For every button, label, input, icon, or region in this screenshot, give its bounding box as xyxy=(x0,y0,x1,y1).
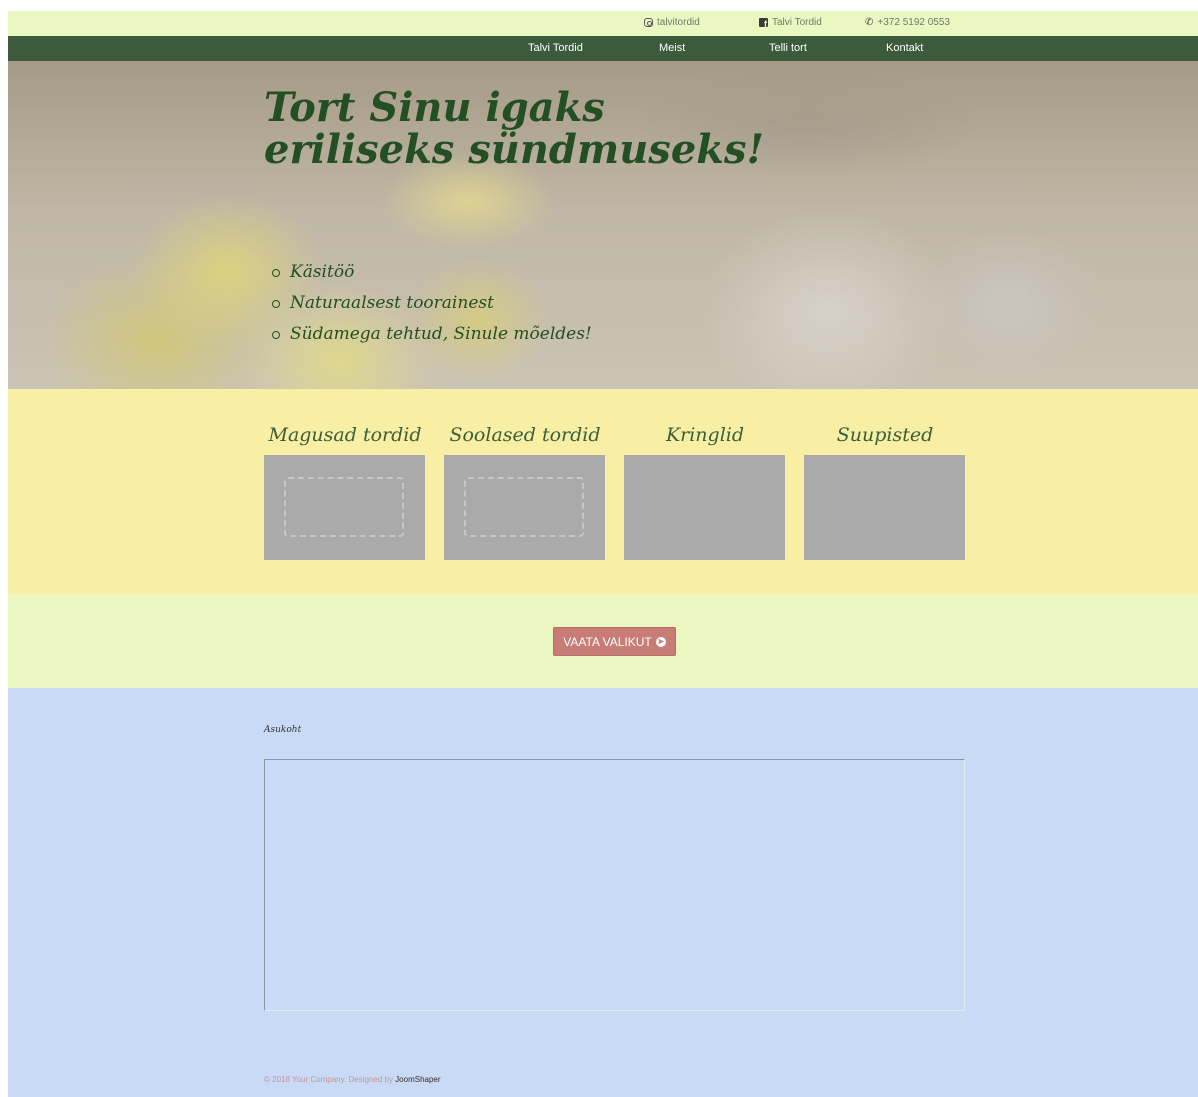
product-image-savory-cake[interactable] xyxy=(444,455,605,560)
hero-feature-list: Käsitöö Naturaalsest toorainest Südamega… xyxy=(272,257,592,350)
view-selection-button[interactable]: VAATA VALIKUT ➤ xyxy=(553,627,676,656)
page: talvitordid Talvi Tordid ✆ +372 5192 055… xyxy=(8,11,1198,1097)
hero-feature-item: Käsitöö xyxy=(272,257,592,288)
hero-banner: Tort Sinu igaks eriliseks sündmuseks! Kä… xyxy=(8,61,1198,389)
product-card-magusad-tordid[interactable]: Magusad tordid xyxy=(264,419,426,560)
map-embed[interactable] xyxy=(264,759,965,1011)
cta-section: VAATA VALIKUT ➤ xyxy=(8,594,1198,688)
product-card-suupisted[interactable]: Suupisted xyxy=(804,419,966,560)
arrow-circle-right-icon: ➤ xyxy=(655,636,666,647)
product-title[interactable]: Suupisted xyxy=(804,419,966,455)
instagram-link[interactable]: talvitordid xyxy=(644,17,700,28)
facebook-link[interactable]: Talvi Tordid xyxy=(759,17,822,29)
footer-joomshaper-link[interactable]: JoomShaper xyxy=(395,1075,440,1084)
hero-feature-item: Naturaalsest toorainest xyxy=(272,288,592,319)
hero-title: Tort Sinu igaks eriliseks sündmuseks! xyxy=(264,84,765,173)
nav-item-meist[interactable]: Meist xyxy=(659,42,685,54)
hero-feature-item: Südamega tehtud, Sinule mõeldes! xyxy=(272,319,592,350)
view-selection-label: VAATA VALIKUT xyxy=(563,634,652,649)
phone-number: +372 5192 0553 xyxy=(877,17,950,28)
product-title[interactable]: Kringlid xyxy=(624,419,786,455)
facebook-icon xyxy=(759,18,768,29)
phone-link[interactable]: ✆ +372 5192 0553 xyxy=(865,17,950,28)
product-image-sweet-cake[interactable] xyxy=(264,455,425,560)
product-card-soolased-tordid[interactable]: Soolased tordid xyxy=(444,419,606,560)
footer-copyright: © 2018 Your Company. Designed by JoomSha… xyxy=(264,1075,441,1084)
phone-icon: ✆ xyxy=(865,17,874,28)
instagram-handle: talvitordid xyxy=(657,17,700,28)
product-image-snacks[interactable] xyxy=(804,455,965,560)
instagram-icon xyxy=(644,18,653,27)
product-title[interactable]: Soolased tordid xyxy=(444,419,606,455)
facebook-name: Talvi Tordid xyxy=(772,17,822,28)
nav-item-talvi-tordid[interactable]: Talvi Tordid xyxy=(528,42,583,54)
footer-text: © 2018 Your Company. Designed by xyxy=(264,1075,396,1084)
top-contact-bar: talvitordid Talvi Tordid ✆ +372 5192 055… xyxy=(8,11,1198,36)
location-section: Asukoht © 2018 Your Company. Designed by… xyxy=(8,688,1198,1097)
nav-item-kontakt[interactable]: Kontakt xyxy=(886,42,923,54)
nav-item-telli-tort[interactable]: Telli tort xyxy=(769,42,807,54)
product-categories: Magusad tordid Soolased tordid Kringlid … xyxy=(8,389,1198,594)
product-image-kringle[interactable] xyxy=(624,455,785,560)
main-nav: Talvi Tordid Meist Telli tort Kontakt xyxy=(8,36,1198,61)
product-card-kringlid[interactable]: Kringlid xyxy=(624,419,786,560)
product-title[interactable]: Magusad tordid xyxy=(264,419,426,455)
location-heading: Asukoht xyxy=(264,725,302,735)
